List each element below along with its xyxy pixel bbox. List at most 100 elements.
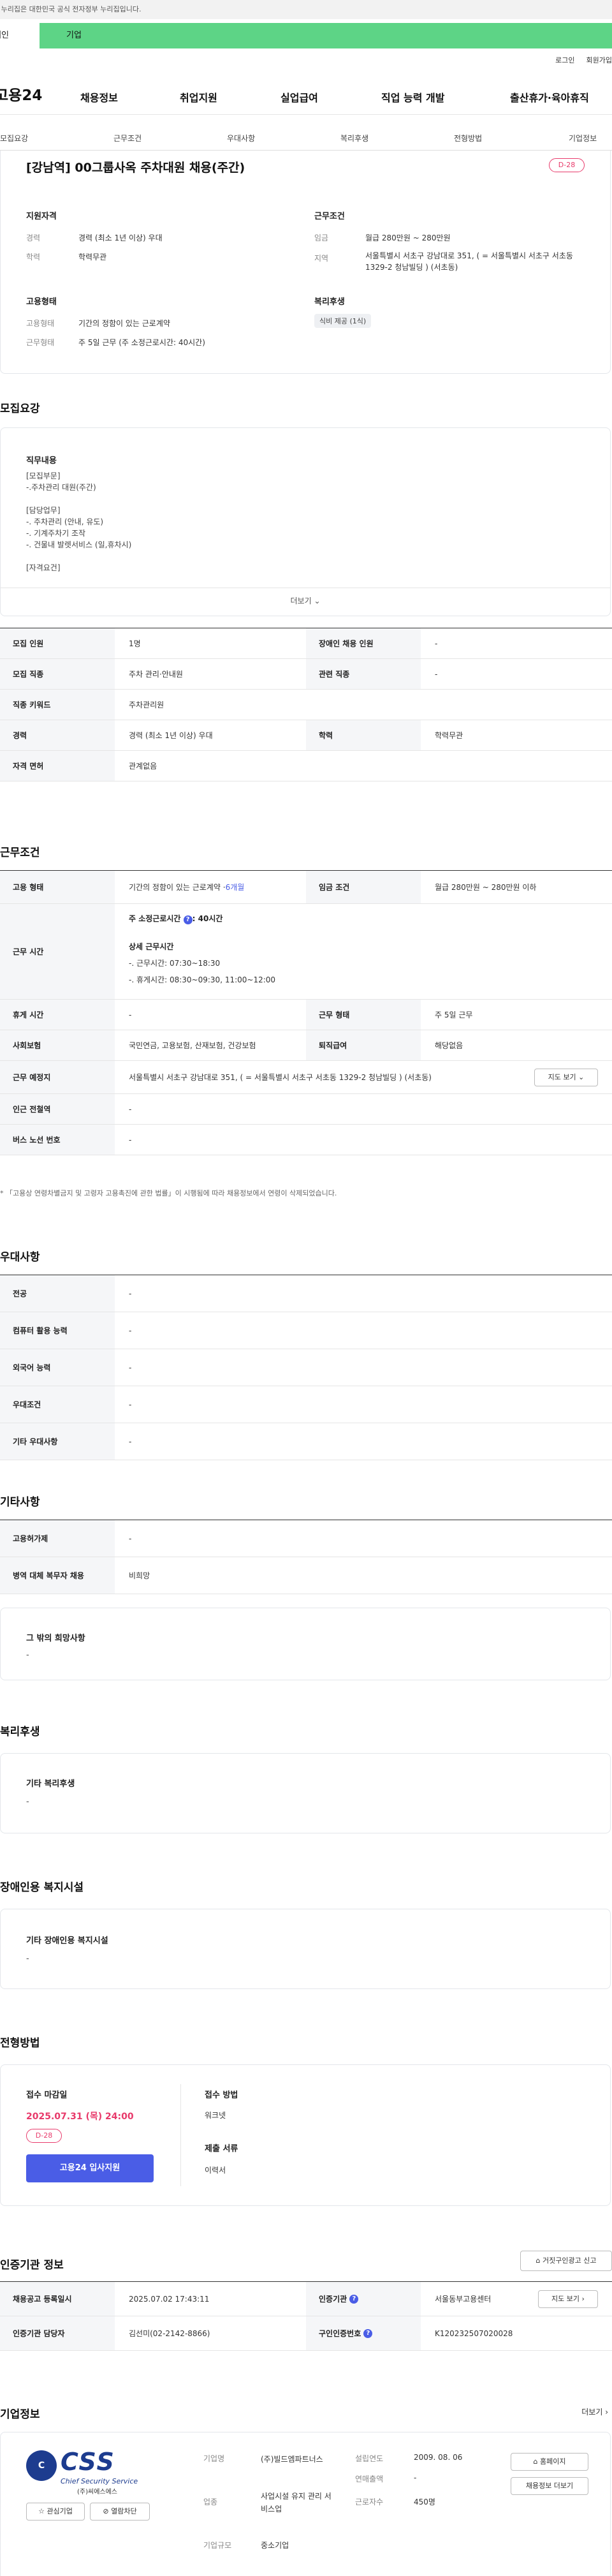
disability-card: 기타 장애인용 복지시설 - [0,1909,611,1989]
table-row: 컴퓨터 활용 능력 - [0,1312,612,1349]
snb-conditions[interactable]: 근무조건 [113,133,142,144]
th: 기타 우대사항 [0,1423,115,1460]
edu-value: 학력무관 [78,253,107,262]
duty-title: 직무내용 [26,456,57,466]
gnb-employment-support[interactable]: 취업지원 [180,89,217,105]
company-card: C CSS Chief Security Service (주)씨에스에스 ☆ … [0,2432,611,2576]
homepage-button[interactable]: ⌂ 홈페이지 [511,2453,588,2471]
th: 퇴직급여 [306,1030,421,1060]
duty-card: 직무내용 [모집부문] -.주차관리 대원(주간) [담당업무] -. 주차관리… [0,427,611,616]
info-icon[interactable]: ? [183,915,193,924]
th: 외국어 능력 [0,1349,115,1386]
td: 비희망 [129,1571,150,1580]
td: 서울동부고용센터 [435,2295,492,2304]
join-link[interactable]: 회원가입 [586,56,612,64]
td: 서울특별시 서초구 강남대로 351, ( = 서울특별시 서초구 서초동 13… [129,1073,432,1082]
tab-business[interactable]: 기업 [66,23,82,48]
table-row: 휴게 시간 - 근무 형태 주 5일 근무 [0,1000,612,1030]
th: 전공 [0,1275,115,1312]
td: 2025.07.02 17:43:11 [129,2294,210,2304]
gnb-unemployment-benefit[interactable]: 실업급여 [280,89,318,105]
pref-table: 전공 - 컴퓨터 활용 능력 - 외국어 능력 - 우대조건 - 기타 우대사항 - [0,1275,612,1460]
gov-banner: 이 누리집은 대한민국 공식 전자정부 누리집입니다. [0,0,612,19]
th: 자격 면허 [0,751,115,781]
th: 사회보험 [0,1030,115,1060]
age-note: * 「고용상 연령차별금지 및 고령자 고용촉진에 관한 법률」이 시행됨에 따… [0,1189,337,1197]
tab-individual[interactable]: 개인 [0,23,40,48]
apply-button[interactable]: 고용24 입사지원 [26,2154,154,2182]
th: 경력 [0,720,115,750]
td: - [129,1010,132,1019]
duty-line: -. 주차관리 (안내, 유도) [26,517,104,526]
td: - [129,1363,132,1372]
td: 주차관리원 [129,700,164,709]
time-main-label: 주 소정근로시간 [129,914,181,923]
disability-box-title: 기타 장애인용 복지시설 [26,1936,108,1946]
time-main: 주 소정근로시간 ?: 40시간 [129,913,222,924]
snb-preference[interactable]: 우대사항 [227,133,255,144]
td: - [435,639,438,648]
td: 관계없음 [129,762,157,771]
gnb-parental-leave[interactable]: 출산휴가·육아휴직 [510,89,589,105]
table-row: 외국어 능력 - [0,1349,612,1386]
emp-months-link[interactable]: 6개월 [226,882,245,892]
table-row: 인증기관 담당자 김선미(02-2142-8866) 구인인증번호 ? K120232… [0,2316,612,2351]
td: - [129,1104,132,1114]
duty-line: -.주차관리 대원(주간) [26,483,96,492]
snb-company[interactable]: 기업정보 [569,133,597,144]
logo-emblem-icon: C [26,2450,57,2481]
recruit-title: 모집요강 [0,403,40,415]
snb-selection[interactable]: 전형방법 [454,133,482,144]
chevron-right-icon: › [605,2408,608,2417]
snb-recruit[interactable]: 모집요강 [0,133,28,144]
favorite-company-button[interactable]: ☆ 관심기업 [26,2503,85,2520]
table-row: 근무 시간 주 소정근로시간 ?: 40시간 상세 근무시간 -. 근무시간: … [0,904,612,1000]
th: 고용허가제 [0,1520,115,1557]
agency-title: 인증기관 정보 [0,2259,64,2272]
block-icon: ⊘ [103,2507,109,2515]
company-more-link[interactable]: 더보기 › [581,2406,608,2417]
sales-value: - [414,2473,417,2482]
other-wish-card: 그 밖의 희망사항 - [0,1608,611,1680]
agency-table: 채용공고 등록일시 2025.07.02 17:43:11 인증기관 ? 서울동부고용… [0,2281,612,2351]
duty-line: [자격요건] [26,563,61,572]
gnb-vocational-training[interactable]: 직업 능력 개발 [381,89,444,105]
pref-title: 우대사항 [0,1251,40,1264]
th: 관련 직종 [306,659,421,689]
login-link[interactable]: 로그인 [555,56,574,64]
site-logo[interactable]: 고용24 [0,83,47,105]
td: - [129,1289,132,1298]
no-label: 구인인증번호 [319,2329,361,2338]
utility-links: 로그인 회원가입 [544,55,612,65]
company-name-value: (주)빌드엠파트너스 [261,2455,323,2464]
other-wish-title: 그 밖의 희망사항 [26,1634,85,1643]
report-button[interactable]: ⌂ 거짓구인광고 신고 [520,2251,612,2271]
gnb-jobs[interactable]: 채용정보 [80,89,118,105]
info-icon[interactable]: ? [363,2328,373,2338]
th: 채용공고 등록일시 [0,2282,115,2316]
snb-welfare[interactable]: 복리후생 [340,133,368,144]
more-button[interactable]: 더보기 ⌄ [1,595,610,606]
block-view-button[interactable]: ⊘ 열람차단 [90,2503,150,2520]
agency-map-button[interactable]: 지도 보기 › [538,2290,598,2308]
time-hours: : 40시간 [192,914,223,923]
duty-line: -. 건물내 발렛서비스 (일,휴차시) [26,540,132,549]
tab-individual-label: 개인 [0,31,9,40]
emp-value: 기간의 정함이 있는 근로계약 [78,319,170,328]
more-jobs-button[interactable]: 채용정보 더보기 [511,2477,588,2495]
duty-text: [모집부문] -.주차관리 대원(주간) [담당업무] -. 주차관리 (안내,… [26,470,131,574]
welfare-section-title: 복리후생 [0,1726,40,1738]
emp-label: 고용형태 [26,319,55,328]
map-button[interactable]: 지도 보기 ⌄ [534,1069,598,1086]
th: 모집 직종 [0,659,115,689]
table-row: 직종 키워드 주차관리원 [0,690,612,720]
employees-label: 근로자수 [355,2498,384,2506]
table-row: 버스 노선 번호 - [0,1125,612,1155]
job-title: [강남역] 00그룹사옥 주차대원 채용(주간) [26,161,245,175]
info-icon[interactable]: ? [349,2294,359,2304]
welfare-box-title: 기타 복리후생 [26,1779,75,1789]
site-logo-text: 고용24 [0,87,43,104]
method-value: 워크넷 [205,2111,226,2120]
etc-title: 기타사항 [0,1496,40,1509]
emp-title: 고용형태 [26,297,57,307]
